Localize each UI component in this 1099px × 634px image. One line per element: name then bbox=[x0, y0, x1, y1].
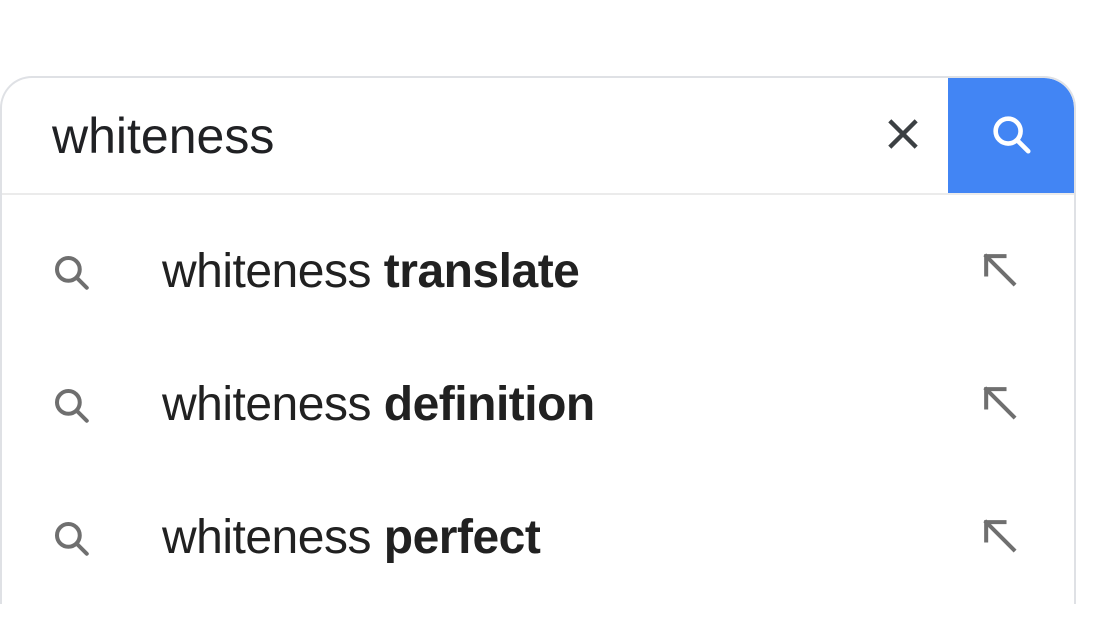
search-box: whiteness translate whiteness def bbox=[0, 76, 1076, 604]
fill-suggestion-button[interactable] bbox=[974, 247, 1024, 296]
suggestion-row[interactable]: whiteness translate bbox=[2, 205, 1074, 338]
arrow-up-left-icon bbox=[977, 247, 1021, 296]
suggestion-row[interactable]: whiteness definition bbox=[2, 338, 1074, 471]
search-input[interactable] bbox=[2, 107, 858, 165]
arrow-up-left-icon bbox=[977, 380, 1021, 429]
close-icon bbox=[883, 114, 923, 157]
search-icon bbox=[50, 384, 92, 426]
arrow-up-left-icon bbox=[977, 513, 1021, 562]
suggestion-row[interactable]: whiteness perfect bbox=[2, 471, 1074, 604]
fill-suggestion-button[interactable] bbox=[974, 513, 1024, 562]
suggestions-list: whiteness translate whiteness def bbox=[2, 195, 1074, 604]
search-icon bbox=[988, 111, 1034, 160]
search-icon bbox=[50, 517, 92, 559]
search-icon bbox=[50, 251, 92, 293]
clear-button[interactable] bbox=[858, 78, 948, 193]
suggestion-text: whiteness translate bbox=[162, 244, 974, 299]
suggestion-text: whiteness perfect bbox=[162, 510, 974, 565]
search-button[interactable] bbox=[948, 78, 1074, 193]
suggestion-text: whiteness definition bbox=[162, 377, 974, 432]
fill-suggestion-button[interactable] bbox=[974, 380, 1024, 429]
search-bar bbox=[2, 78, 1074, 195]
